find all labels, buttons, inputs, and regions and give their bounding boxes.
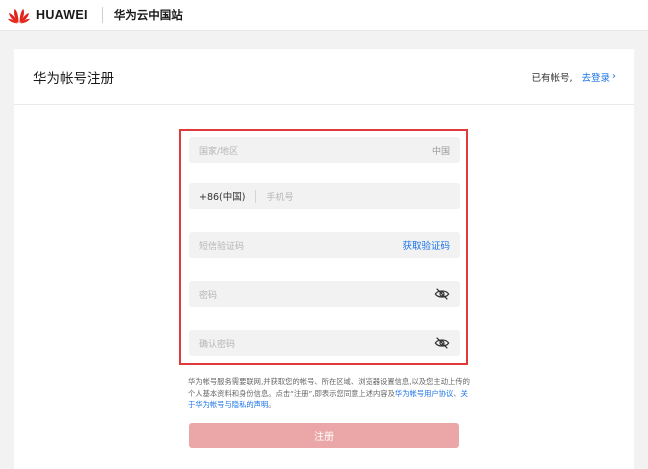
phone-input[interactable]: 手机号 [266, 190, 293, 203]
country-label: 国家/地区 [199, 146, 239, 157]
page-title: 华为帐号注册 [33, 70, 114, 87]
country-code-select[interactable]: +86(中国) [199, 189, 245, 203]
sms-code-field[interactable]: 短信验证码 获取验证码 [189, 232, 460, 258]
login-link[interactable]: 去登录 [581, 70, 610, 84]
phone-field[interactable]: +86(中国) 手机号 [189, 183, 460, 209]
login-hint: 已有帐号, 去登录 › [531, 70, 616, 84]
register-card: 华为帐号注册 已有帐号, 去登录 › 国家/地区 中国 +86(中国) 手机号 … [14, 49, 634, 469]
password-input[interactable]: 密码 [199, 288, 217, 301]
huawei-flower-icon [8, 8, 30, 23]
confirm-password-input[interactable]: 确认密码 [199, 337, 235, 350]
user-agreement-link[interactable]: 华为帐号用户协议 [395, 389, 453, 398]
card-header: 华为帐号注册 已有帐号, 去登录 › [14, 49, 634, 105]
brand-name: HUAWEI [36, 8, 88, 22]
registration-form: 国家/地区 中国 +86(中国) 手机号 短信验证码 获取验证码 密码 确认密码 [179, 129, 468, 365]
password-field[interactable]: 密码 [189, 281, 460, 307]
sms-code-input[interactable]: 短信验证码 [199, 239, 244, 252]
eye-off-icon[interactable] [434, 287, 450, 301]
eye-off-icon[interactable] [434, 336, 450, 350]
country-select[interactable]: 国家/地区 中国 [189, 137, 460, 163]
chevron-right-icon[interactable]: › [612, 71, 616, 82]
have-account-text: 已有帐号, [531, 72, 573, 84]
site-name[interactable]: 华为云中国站 [114, 7, 183, 23]
terms-separator: 、 [453, 388, 461, 398]
top-bar: HUAWEI 华为云中国站 [0, 0, 648, 31]
confirm-password-field[interactable]: 确认密码 [189, 330, 460, 356]
register-button[interactable]: 注册 [189, 423, 459, 448]
huawei-logo[interactable]: HUAWEI [8, 7, 88, 24]
terms-notice: 华为帐号服务需要联网,并获取您的帐号、所在区域、浏览器设置信息,以及您主动上传的… [188, 376, 470, 411]
country-value: 中国 [431, 146, 450, 157]
terms-end: 。 [268, 400, 276, 409]
header-divider [101, 7, 103, 23]
field-divider [255, 189, 257, 203]
get-code-button[interactable]: 获取验证码 [402, 238, 450, 252]
